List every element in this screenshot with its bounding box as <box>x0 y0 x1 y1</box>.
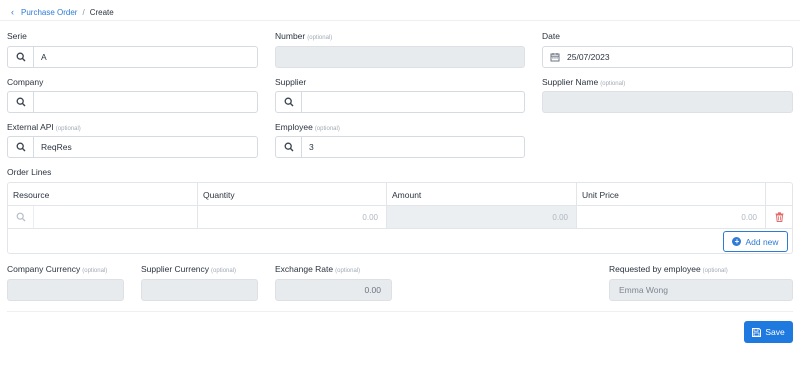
resource-cell[interactable] <box>8 206 198 228</box>
company-currency-optional-hint: (optional) <box>82 268 108 274</box>
supplier-value[interactable] <box>302 92 524 112</box>
employee-value[interactable]: 3 <box>302 137 524 157</box>
external-api-search-button[interactable] <box>8 137 34 157</box>
employee-optional-hint: (optional) <box>314 126 340 132</box>
search-icon <box>16 212 25 222</box>
calendar-icon[interactable] <box>545 47 565 67</box>
exchange-rate-label: Exchange Rate (optional) <box>275 264 360 274</box>
number-label: Number (optional) <box>275 31 332 41</box>
company-currency-value <box>8 280 123 300</box>
requested-by-optional-hint: (optional) <box>702 268 728 274</box>
date-label-text: Date <box>542 31 560 41</box>
supplier-currency-optional-hint: (optional) <box>211 268 237 274</box>
supplier-name-label-text: Supplier Name <box>542 77 599 87</box>
resource-search-button[interactable] <box>8 206 34 228</box>
add-new-line-button[interactable]: + Add new <box>723 231 788 252</box>
search-icon <box>16 52 25 62</box>
delete-row-button[interactable] <box>766 206 792 228</box>
add-new-label: Add new <box>745 236 779 247</box>
order-lines-title: Order Lines <box>7 167 52 177</box>
serie-search-button[interactable] <box>8 47 34 67</box>
number-field <box>275 46 525 68</box>
order-lines-table: Resource Quantity Amount Unit Price 0.00… <box>7 182 793 254</box>
supplier-field[interactable] <box>275 91 525 113</box>
supplier-currency-label: Supplier Currency (optional) <box>141 264 236 274</box>
supplier-label: Supplier <box>275 77 306 87</box>
date-label: Date <box>542 31 560 41</box>
company-currency-label-text: Company Currency <box>7 264 81 274</box>
company-label: Company <box>7 77 43 87</box>
requested-by-label: Requested by employee (optional) <box>609 264 728 274</box>
number-label-text: Number <box>275 31 306 41</box>
breadcrumb-parent-link[interactable]: Purchase Order <box>21 8 77 17</box>
serie-label-text: Serie <box>7 31 27 41</box>
number-value <box>276 47 524 67</box>
supplier-name-optional-hint: (optional) <box>600 81 626 87</box>
employee-field[interactable]: 3 <box>275 136 525 158</box>
trash-icon <box>775 212 783 222</box>
external-api-label-text: External API <box>7 122 54 132</box>
supplier-name-value <box>543 92 792 112</box>
save-icon <box>752 327 762 337</box>
search-icon <box>16 142 25 152</box>
breadcrumb-current: Create <box>89 7 114 17</box>
external-api-label: External API (optional) <box>7 122 81 132</box>
plus-circle-icon: + <box>732 237 742 246</box>
number-optional-hint: (optional) <box>307 35 333 41</box>
serie-field[interactable]: A <box>7 46 258 68</box>
company-label-text: Company <box>7 77 44 87</box>
table-row: 0.00 0.00 0.00 <box>8 206 792 229</box>
quantity-input[interactable]: 0.00 <box>198 206 387 228</box>
requested-by-value: Emma Wong <box>619 285 668 295</box>
company-value[interactable] <box>34 92 257 112</box>
exchange-rate-value: 0.00 <box>364 285 381 295</box>
breadcrumb-separator: / <box>82 7 85 17</box>
serie-value[interactable]: A <box>34 47 257 67</box>
company-field[interactable] <box>7 91 258 113</box>
date-value[interactable]: 25/07/2023 <box>565 47 792 67</box>
serie-label: Serie <box>7 31 27 41</box>
company-currency-field <box>7 279 124 301</box>
requested-by-field: Emma Wong <box>609 279 793 301</box>
supplier-name-label: Supplier Name (optional) <box>542 77 625 87</box>
column-header-amount: Amount <box>387 183 577 206</box>
external-api-optional-hint: (optional) <box>55 126 81 132</box>
unit-price-input[interactable]: 0.00 <box>577 206 766 228</box>
employee-label: Employee (optional) <box>275 122 340 132</box>
column-header-quantity: Quantity <box>198 183 387 206</box>
breadcrumb: ‹ Purchase Order / Create <box>11 7 114 17</box>
supplier-currency-label-text: Supplier Currency <box>141 264 210 274</box>
footer-divider <box>7 311 793 312</box>
exchange-rate-label-text: Exchange Rate <box>275 264 334 274</box>
save-button[interactable]: Save <box>744 321 793 343</box>
company-currency-label: Company Currency (optional) <box>7 264 107 274</box>
supplier-currency-field <box>141 279 258 301</box>
column-header-resource: Resource <box>8 183 198 206</box>
supplier-search-button[interactable] <box>276 92 302 112</box>
external-api-field[interactable]: ReqRes <box>7 136 258 158</box>
employee-label-text: Employee <box>275 122 313 132</box>
supplier-currency-value <box>142 280 257 300</box>
company-search-button[interactable] <box>8 92 34 112</box>
exchange-rate-field: 0.00 <box>275 279 392 301</box>
save-label: Save <box>765 327 785 337</box>
search-icon <box>284 97 293 107</box>
employee-search-button[interactable] <box>276 137 302 157</box>
external-api-value[interactable]: ReqRes <box>34 137 257 157</box>
supplier-label-text: Supplier <box>275 77 307 87</box>
search-icon <box>284 142 293 152</box>
date-field[interactable]: 25/07/2023 <box>542 46 793 68</box>
order-lines-header: Resource Quantity Amount Unit Price <box>8 183 792 206</box>
supplier-name-field <box>542 91 793 113</box>
amount-value: 0.00 <box>387 206 577 228</box>
exchange-rate-optional-hint: (optional) <box>335 268 361 274</box>
header-divider <box>0 20 800 21</box>
column-header-unit-price: Unit Price <box>577 183 766 206</box>
chevron-left-icon[interactable]: ‹ <box>11 7 14 17</box>
search-icon <box>16 97 25 107</box>
requested-by-label-text: Requested by employee <box>609 264 701 274</box>
